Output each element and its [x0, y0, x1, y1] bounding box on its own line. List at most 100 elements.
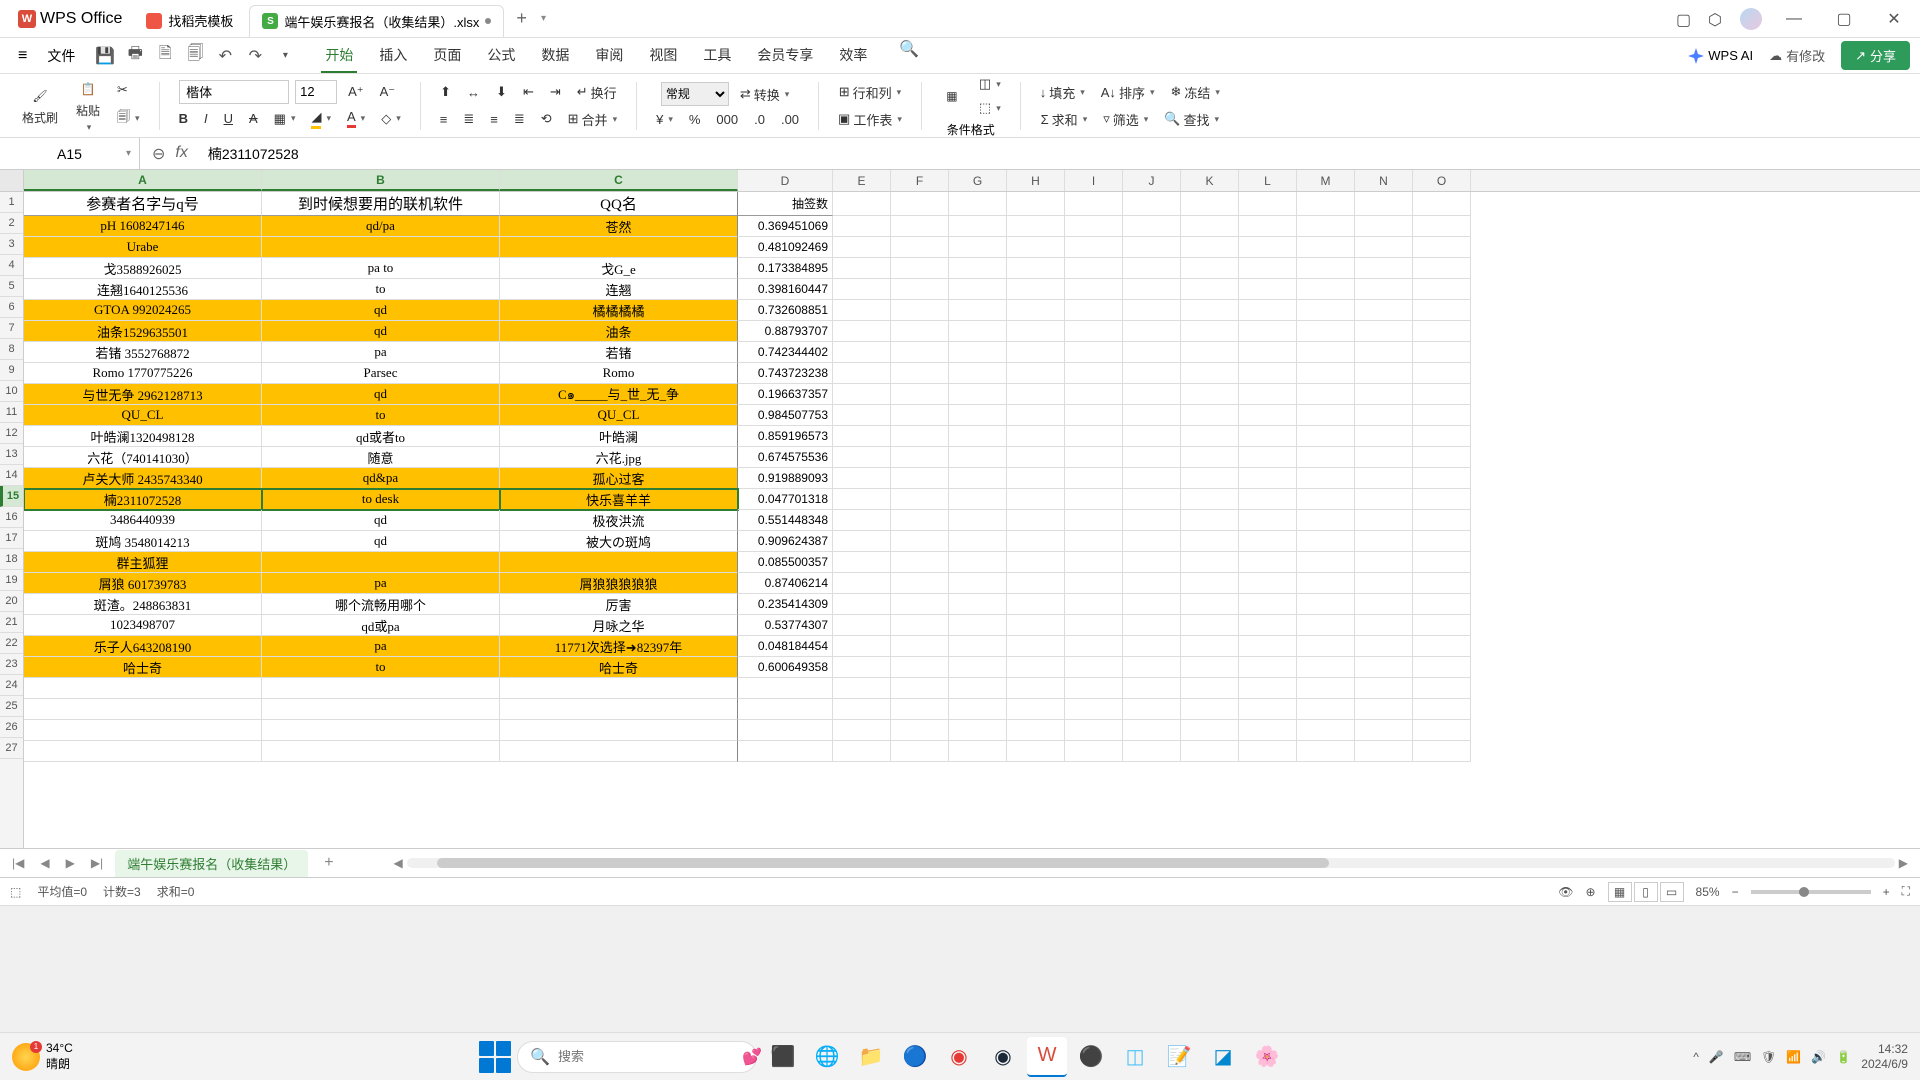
sort-button[interactable]: A↓ 排序▾ [1096, 80, 1160, 105]
cell[interactable] [1123, 321, 1181, 342]
align-center-button[interactable]: ≣ [458, 108, 479, 130]
row-head-18[interactable]: 18 [0, 549, 23, 570]
cell[interactable] [1239, 510, 1297, 531]
cell[interactable] [1181, 237, 1239, 258]
cell[interactable] [1181, 300, 1239, 321]
row-head-9[interactable]: 9 [0, 360, 23, 381]
cell[interactable] [1297, 384, 1355, 405]
cell[interactable] [1355, 426, 1413, 447]
record-icon[interactable]: ⬚ [10, 885, 21, 899]
cell[interactable] [1123, 531, 1181, 552]
cell[interactable] [891, 321, 949, 342]
cell[interactable] [262, 552, 500, 573]
cell[interactable] [1413, 468, 1471, 489]
cube-icon[interactable]: ⬡ [1708, 10, 1726, 28]
align-left-button[interactable]: ≡ [435, 109, 453, 130]
sheet-tab[interactable]: 端午娱乐赛报名（收集结果） [115, 850, 308, 877]
cell[interactable] [1413, 720, 1471, 741]
cell[interactable] [891, 699, 949, 720]
cell[interactable] [1239, 699, 1297, 720]
save-icon[interactable]: 💾 [95, 46, 115, 66]
justify-button[interactable]: ≣ [509, 108, 530, 130]
cell[interactable] [1123, 384, 1181, 405]
col-head-E[interactable]: E [833, 170, 891, 191]
cell[interactable] [1413, 552, 1471, 573]
select-all-corner[interactable] [0, 170, 23, 192]
cell[interactable] [1007, 657, 1065, 678]
taskbar-search[interactable]: 🔍 💕 🩺 [517, 1041, 757, 1073]
weather-widget[interactable]: 1 34°C 晴朗 [12, 1041, 73, 1072]
cell[interactable] [1297, 531, 1355, 552]
cell[interactable] [833, 279, 891, 300]
cell[interactable] [1239, 426, 1297, 447]
cell[interactable]: 0.732608851 [738, 300, 833, 321]
cell[interactable] [1123, 342, 1181, 363]
cell[interactable] [949, 216, 1007, 237]
cell[interactable]: to [262, 657, 500, 678]
row-head-11[interactable]: 11 [0, 402, 23, 423]
cell[interactable] [1065, 363, 1123, 384]
cell[interactable] [500, 552, 738, 573]
decrease-indent-button[interactable]: ⇤ [518, 81, 539, 103]
cell[interactable]: QU_CL [24, 405, 262, 426]
increase-font-button[interactable]: A⁺ [343, 81, 369, 103]
cell[interactable] [1007, 699, 1065, 720]
cell[interactable] [891, 489, 949, 510]
cell[interactable] [1413, 615, 1471, 636]
cell[interactable]: Romo 1770775226 [24, 363, 262, 384]
row-head-26[interactable]: 26 [0, 717, 23, 738]
cell[interactable] [1413, 678, 1471, 699]
cell[interactable]: 0.984507753 [738, 405, 833, 426]
currency-button[interactable]: ¥▾ [651, 109, 678, 130]
cell[interactable] [1181, 363, 1239, 384]
tab-view[interactable]: 视图 [645, 39, 681, 73]
cell[interactable] [1413, 741, 1471, 762]
cell[interactable] [1065, 321, 1123, 342]
cell[interactable] [833, 300, 891, 321]
cell[interactable] [1297, 468, 1355, 489]
col-head-H[interactable]: H [1007, 170, 1065, 191]
zoom-out-button[interactable]: − [1732, 885, 1739, 899]
wps-ai-button[interactable]: WPS AI [1688, 48, 1753, 64]
cell[interactable]: pa [262, 573, 500, 594]
cell[interactable] [833, 489, 891, 510]
cell[interactable] [891, 510, 949, 531]
formula-input[interactable]: 楠2311072528 [200, 138, 1920, 169]
sheet-nav-first[interactable]: |◀ [8, 854, 28, 872]
cell[interactable] [1355, 300, 1413, 321]
cell[interactable] [833, 321, 891, 342]
cell[interactable] [1297, 342, 1355, 363]
cell[interactable] [949, 384, 1007, 405]
cell[interactable] [1355, 573, 1413, 594]
sheet-nav-next[interactable]: ▶ [62, 854, 79, 872]
tab-tools[interactable]: 工具 [699, 39, 735, 73]
wifi-icon[interactable]: 📶 [1786, 1050, 1801, 1064]
cell[interactable] [1297, 615, 1355, 636]
cell[interactable] [833, 237, 891, 258]
row-head-5[interactable]: 5 [0, 276, 23, 297]
cell[interactable] [1413, 342, 1471, 363]
cell[interactable] [891, 342, 949, 363]
cell[interactable] [1007, 552, 1065, 573]
crop-button[interactable]: ⬚▾ [974, 97, 1006, 119]
explorer-icon[interactable]: 📁 [851, 1037, 891, 1077]
cell[interactable]: qd [262, 510, 500, 531]
cell[interactable] [1065, 216, 1123, 237]
cell[interactable] [1355, 237, 1413, 258]
cell[interactable]: 随意 [262, 447, 500, 468]
cell[interactable] [1413, 216, 1471, 237]
zoom-in-button[interactable]: + [1883, 885, 1890, 899]
cell[interactable]: 六花.jpg [500, 447, 738, 468]
clock[interactable]: 14:32 2024/6/9 [1861, 1042, 1908, 1071]
cell[interactable]: 孤心过客 [500, 468, 738, 489]
chevron-down-icon[interactable]: ▾ [275, 46, 295, 66]
row-head-12[interactable]: 12 [0, 423, 23, 444]
search-input[interactable] [558, 1049, 734, 1064]
cell[interactable]: 0.88793707 [738, 321, 833, 342]
cell[interactable] [1355, 192, 1413, 216]
chevron-down-icon[interactable]: ▾ [126, 148, 131, 159]
cell[interactable] [1181, 258, 1239, 279]
cell[interactable] [1181, 510, 1239, 531]
font-name-select[interactable] [179, 80, 289, 104]
cell[interactable] [1123, 657, 1181, 678]
